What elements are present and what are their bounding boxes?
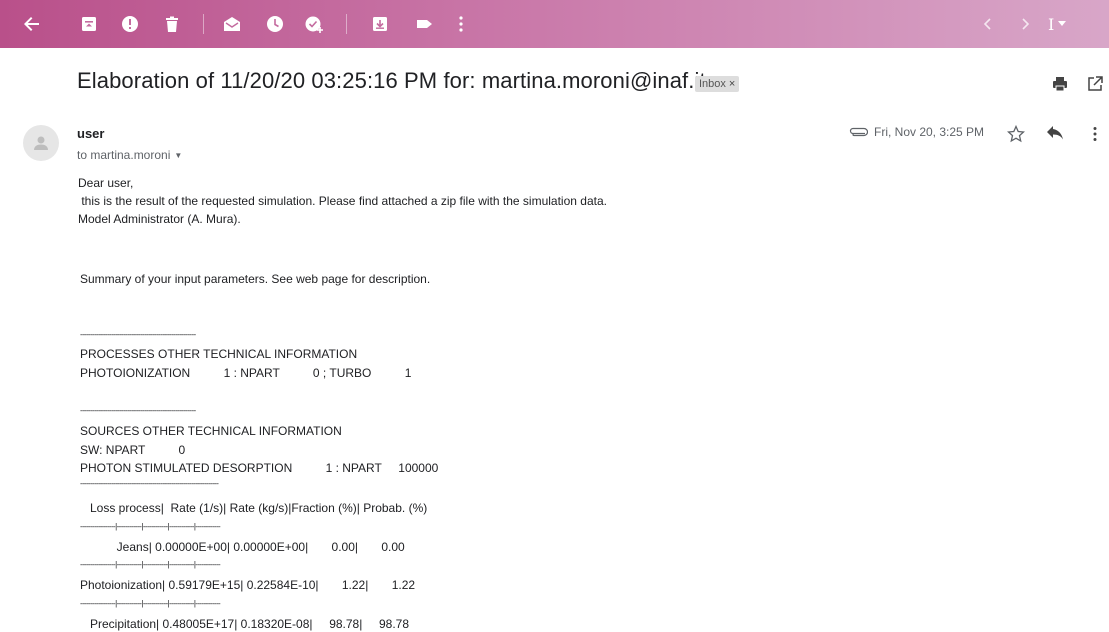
label-text: Inbox (699, 78, 726, 90)
chevron-down-icon: ▼ (174, 150, 183, 160)
move-to-icon[interactable] (368, 12, 392, 36)
toolbar-divider (346, 14, 347, 34)
star-icon[interactable] (1006, 124, 1026, 144)
input-tools-glyph: I (1048, 14, 1055, 34)
report-spam-icon[interactable] (118, 12, 142, 36)
archive-icon[interactable] (77, 12, 101, 36)
more-options-icon[interactable] (1085, 124, 1105, 144)
body-line: this is the result of the requested simu… (78, 194, 607, 208)
table-row-separator: -----------------|------------|---------… (80, 522, 221, 531)
toolbar-divider (203, 14, 204, 34)
email-subject: Elaboration of 11/20/20 03:25:16 PM for:… (77, 68, 706, 93)
delete-icon[interactable] (160, 12, 184, 36)
input-tools-icon[interactable]: I (1048, 12, 1088, 36)
table-row-separator: -----------------|------------|---------… (80, 599, 221, 608)
back-arrow-icon[interactable] (20, 12, 44, 36)
sender-avatar[interactable] (23, 125, 59, 161)
reply-icon[interactable] (1045, 124, 1065, 144)
older-icon[interactable] (1013, 12, 1037, 36)
table-row: Photoionization| 0.59179E+15| 0.22584E-1… (80, 578, 416, 592)
open-in-new-window-icon[interactable] (1085, 74, 1105, 94)
recipients-toggle[interactable]: to martina.moroni ▼ (77, 148, 182, 162)
table-row-separator: -----------------|------------|---------… (80, 560, 221, 569)
more-vert-icon[interactable] (449, 12, 473, 36)
separator: ----------------------------------------… (80, 330, 196, 339)
mark-unread-icon[interactable] (220, 12, 244, 36)
print-icon[interactable] (1050, 74, 1070, 94)
table-header: Loss process| Rate (1/s)| Rate (kg/s)|Fr… (80, 501, 428, 515)
processes-line: PHOTOIONIZATION 1 : NPART 0 ; TURBO 1 (80, 366, 412, 380)
add-to-tasks-icon[interactable] (303, 12, 327, 36)
snooze-icon[interactable] (263, 12, 287, 36)
processes-title: PROCESSES OTHER TECHNICAL INFORMATION (80, 347, 358, 361)
table-row: Jeans| 0.00000E+00| 0.00000E+00| 0.00| 0… (80, 540, 405, 554)
sources-psd-line: PHOTON STIMULATED DESORPTION 1 : NPART 1… (80, 461, 439, 475)
separator: ----------------------------------------… (80, 406, 196, 415)
sources-title: SOURCES OTHER TECHNICAL INFORMATION (80, 424, 342, 438)
summary-line: Summary of your input parameters. See we… (80, 272, 431, 286)
toolbar: I (0, 0, 1109, 48)
greeting: Dear user, (78, 176, 134, 190)
sources-sw-line: SW: NPART 0 (80, 443, 186, 457)
newer-icon[interactable] (976, 12, 1000, 36)
date-text: Fri, Nov 20, 3:25 PM (874, 125, 985, 139)
recipient-text: to martina.moroni (77, 148, 171, 162)
separator: ----------------------------------------… (80, 479, 219, 488)
attachment-icon (849, 127, 868, 137)
body-line: Model Administrator (A. Mura). (78, 212, 241, 226)
label-icon[interactable] (412, 12, 436, 36)
message-date: Fri, Nov 20, 3:25 PM (848, 125, 984, 139)
inbox-label-chip: Inbox × (695, 76, 740, 92)
table-row: Precipitation| 0.48005E+17| 0.18320E-08|… (80, 617, 410, 631)
remove-label-button[interactable]: × (729, 78, 735, 90)
sender-name[interactable]: user (77, 126, 104, 141)
